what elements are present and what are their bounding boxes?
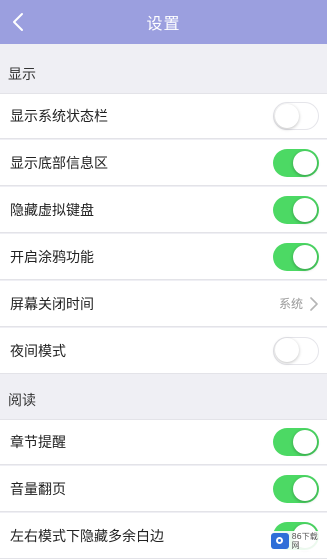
chevron-left-icon bbox=[13, 13, 23, 31]
toggle-knob bbox=[293, 150, 317, 175]
setting-row-bottom-info[interactable]: 显示底部信息区 bbox=[0, 140, 327, 186]
setting-label: 开启涂鸦功能 bbox=[10, 249, 94, 266]
page-title: 设置 bbox=[146, 14, 181, 33]
section-title: 显示 bbox=[8, 67, 36, 83]
site-logo-icon bbox=[271, 533, 289, 549]
toggle-knob bbox=[293, 244, 317, 269]
screen-timeout-value: 系统 bbox=[278, 297, 303, 311]
back-button[interactable] bbox=[6, 8, 30, 36]
watermark-logo: 86下载网 bbox=[269, 531, 325, 551]
setting-row-screen-timeout[interactable]: 屏幕关闭时间 系统 bbox=[0, 281, 327, 327]
watermark-text: 86下载网 bbox=[291, 532, 318, 550]
setting-label: 屏幕关闭时间 bbox=[10, 296, 94, 313]
setting-label: 夜间模式 bbox=[10, 343, 66, 360]
section-title: 阅读 bbox=[8, 393, 36, 409]
setting-label: 音量翻页 bbox=[10, 481, 66, 498]
hide-keyboard-toggle[interactable] bbox=[273, 195, 319, 224]
toggle-knob bbox=[275, 338, 299, 362]
chevron-right-icon bbox=[310, 296, 318, 311]
setting-label: 显示底部信息区 bbox=[10, 155, 108, 172]
title-bar: 设置 bbox=[0, 0, 327, 44]
setting-row-night-mode[interactable]: 夜间模式 bbox=[0, 328, 327, 374]
night-mode-toggle[interactable] bbox=[273, 336, 319, 365]
toggle-knob bbox=[293, 197, 317, 222]
toggle-knob bbox=[275, 103, 299, 128]
section-header-display: 显示 bbox=[0, 52, 327, 96]
setting-row-volume-page[interactable]: 音量翻页 bbox=[0, 466, 327, 512]
setting-row-chapter-reminder[interactable]: 章节提醒 bbox=[0, 419, 327, 465]
setting-label: 左右模式下隐藏多余白边 bbox=[10, 528, 164, 545]
doodle-toggle[interactable] bbox=[273, 242, 319, 271]
setting-row-status-bar[interactable]: 显示系统状态栏 bbox=[0, 93, 327, 139]
section-header-reading: 阅读 bbox=[0, 378, 327, 422]
setting-row-doodle[interactable]: 开启涂鸦功能 bbox=[0, 234, 327, 280]
setting-label: 章节提醒 bbox=[10, 435, 66, 451]
setting-label: 隐藏虚拟键盘 bbox=[10, 202, 94, 219]
toggle-knob bbox=[293, 476, 317, 501]
bottom-info-toggle[interactable] bbox=[273, 148, 319, 177]
setting-label: 显示系统状态栏 bbox=[10, 109, 108, 125]
toggle-knob bbox=[293, 430, 317, 454]
status-bar-toggle[interactable] bbox=[273, 102, 319, 130]
volume-page-toggle[interactable] bbox=[273, 474, 319, 503]
chapter-reminder-toggle[interactable] bbox=[273, 428, 319, 456]
setting-row-hide-keyboard[interactable]: 隐藏虚拟键盘 bbox=[0, 187, 327, 233]
